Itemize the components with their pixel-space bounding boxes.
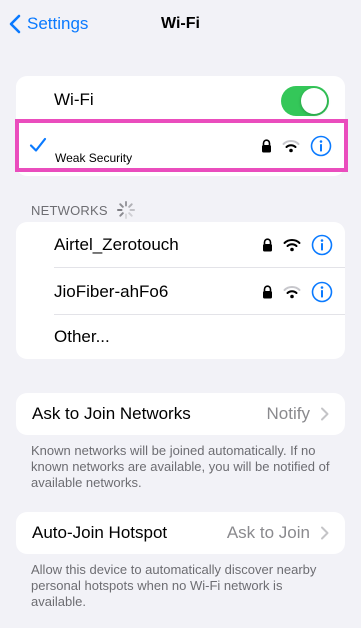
ask-to-join-value: Notify (266, 404, 310, 423)
ask-to-join-footnote: Known networks will be joined automatica… (31, 443, 330, 490)
ask-to-join-row[interactable]: Ask to Join Networks Notify (16, 393, 345, 435)
network-name: JioFiber-ahFo6 (54, 281, 169, 301)
wifi-signal-full-icon (283, 238, 301, 252)
checkmark-icon (29, 137, 47, 152)
auto-join-label: Auto-Join Hotspot (32, 523, 168, 542)
toggle-knob (301, 88, 327, 114)
ask-to-join-value-wrap: Notify (267, 404, 329, 424)
auto-join-value-wrap: Ask to Join (227, 523, 329, 543)
chevron-right-icon (321, 526, 329, 540)
wifi-signal-weak-icon (283, 285, 301, 299)
lock-icon (262, 238, 273, 252)
info-button[interactable] (310, 135, 332, 157)
auto-join-footnote: Allow this device to automatically disco… (31, 562, 317, 609)
lock-icon (262, 284, 273, 299)
connected-network-row[interactable]: Weak Security (15, 119, 348, 172)
other-network-row[interactable]: Other... (16, 315, 345, 359)
security-status: Weak Security (55, 151, 133, 165)
auto-join-value: Ask to Join (226, 523, 310, 542)
networks-section-header: NETWORKS (31, 200, 136, 220)
navigation-bar: Settings Wi-Fi (0, 0, 361, 52)
network-row-airtel[interactable]: Airtel_Zerotouch (16, 222, 345, 268)
network-row-jiofiber[interactable]: JioFiber-ahFo6 (16, 268, 345, 315)
networks-list: Airtel_Zerotouch JioFiber-ahFo6 Other... (16, 222, 345, 359)
chevron-right-icon (321, 407, 329, 421)
page-title: Wi-Fi (161, 15, 200, 32)
wifi-signal-weak-icon (282, 139, 300, 153)
ask-to-join-label: Ask to Join Networks (32, 404, 191, 423)
network-name: Airtel_Zerotouch (54, 235, 179, 254)
lock-icon (261, 138, 272, 153)
wifi-toggle-row: Wi-Fi (16, 76, 345, 124)
networks-header-label: NETWORKS (31, 202, 108, 218)
auto-join-row[interactable]: Auto-Join Hotspot Ask to Join (16, 512, 345, 554)
wifi-toggle[interactable] (281, 86, 329, 116)
info-button[interactable] (311, 281, 333, 303)
other-label: Other... (54, 327, 110, 346)
info-button[interactable] (311, 234, 333, 256)
wifi-label: Wi-Fi (54, 90, 94, 109)
ask-to-join-group: Ask to Join Networks Notify (16, 393, 345, 435)
loading-spinner-icon (116, 201, 135, 219)
auto-join-group: Auto-Join Hotspot Ask to Join (16, 512, 345, 554)
